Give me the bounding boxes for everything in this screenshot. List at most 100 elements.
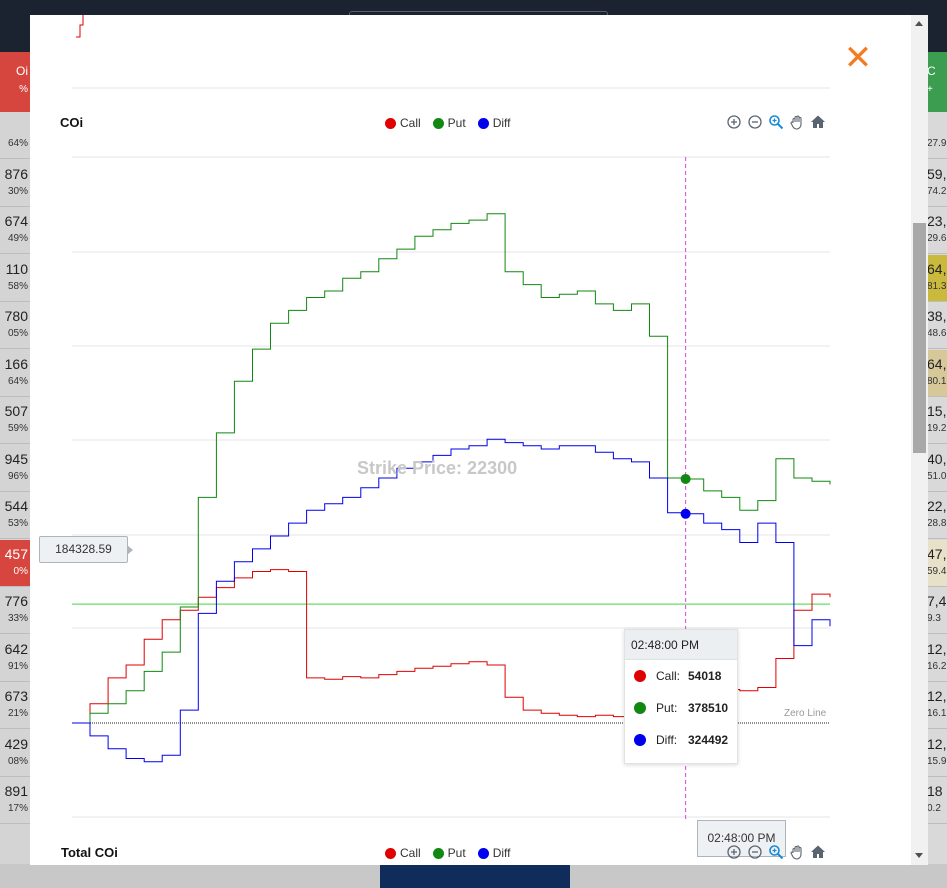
bg-table-cell: 544 53% <box>0 492 30 539</box>
bg-cell-value: 22, <box>927 498 947 514</box>
bg-cell-percent: 05% <box>7 328 28 339</box>
tooltip-label: Diff: <box>656 733 678 747</box>
legend-item-call[interactable]: Call <box>385 116 421 130</box>
chart-toolbar-coi <box>726 114 826 130</box>
bg-cell-value: 544 <box>4 498 28 514</box>
bg-header-sub: % <box>19 84 28 95</box>
scroll-thumb[interactable] <box>913 223 926 453</box>
bg-cell-value: 18 <box>927 783 943 799</box>
bg-table-cell: 780 05% <box>0 302 30 349</box>
bg-cell-value: 642 <box>4 640 28 657</box>
legend-label: Call <box>400 116 421 130</box>
bg-cell-percent: 64% <box>7 138 28 149</box>
legend-label: Put <box>447 116 466 130</box>
bg-cell-value: 110 <box>5 260 28 277</box>
legend-label: Call <box>400 846 421 860</box>
tooltip-value: 378510 <box>688 701 729 715</box>
legend-item-diff[interactable]: Diff <box>477 846 511 860</box>
bg-cell-percent: 64% <box>7 375 28 387</box>
bg-cell-value: 166 <box>4 355 28 372</box>
chart-title-coi: COi <box>60 115 84 130</box>
bg-cell-percent: 19.2 <box>927 423 947 434</box>
legend-item-put[interactable]: Put <box>432 846 466 860</box>
home-icon[interactable] <box>810 844 826 860</box>
bg-cell-percent: 30% <box>7 185 28 197</box>
pan-hand-icon[interactable] <box>789 844 805 860</box>
magnifier-icon[interactable] <box>768 844 784 860</box>
bg-cell-value: 15, <box>927 403 947 419</box>
bg-table-cell: 642 91% <box>0 635 30 682</box>
bg-table-cell: 166 64% <box>0 350 30 397</box>
legend-dot-icon <box>477 847 489 859</box>
legend-dot-icon <box>432 847 444 859</box>
bg-cell-value: 507 <box>4 403 28 419</box>
bg-cell-percent: 28.8 <box>927 518 947 529</box>
bg-cell-percent: 74.2 <box>927 185 947 197</box>
bg-cell-value: 776 <box>4 593 28 609</box>
bg-cell-value: 891 <box>4 783 28 799</box>
legend-label: Diff <box>492 846 511 860</box>
bg-cell-value: 12, <box>927 640 947 657</box>
bg-cell-value: 945 <box>4 450 28 467</box>
bg-cell-percent: 17% <box>7 803 28 814</box>
bg-cell-value: 59, <box>927 165 947 182</box>
bg-column-header-left: Oi % <box>0 52 30 112</box>
coi-chart-canvas[interactable] <box>30 15 911 865</box>
bg-table-cell: 891 17% <box>0 777 30 824</box>
zoom-out-icon[interactable] <box>747 114 763 130</box>
chart-toolbar-total-coi <box>726 844 826 860</box>
strike-price-watermark: Strike Price: 22300 <box>357 458 518 478</box>
modal-scrollbar[interactable] <box>911 15 928 865</box>
chart-legend-coi: Call Put Diff <box>385 116 510 130</box>
scroll-up-arrow-icon[interactable] <box>915 21 923 26</box>
bg-cell-percent: 27.9 <box>927 138 947 149</box>
bg-cell-value: 7,4 <box>927 593 947 609</box>
bg-cell-percent: 33% <box>7 613 28 624</box>
bg-cell-value: 40, <box>927 450 947 467</box>
pan-hand-icon[interactable] <box>789 114 805 130</box>
legend-label: Put <box>447 846 466 860</box>
zoom-in-icon[interactable] <box>726 114 742 130</box>
bg-table-cell: 673 21% <box>0 682 30 729</box>
legend-dot-icon <box>432 117 444 129</box>
bg-cell-percent: 91% <box>7 660 28 672</box>
bg-footer-accent <box>380 864 570 888</box>
bg-cell-percent: 21% <box>7 708 28 719</box>
bg-cell-percent: 15.9 <box>927 755 947 767</box>
bg-cell-percent: 53% <box>7 518 28 529</box>
tooltip-dot-icon <box>634 670 646 682</box>
tooltip-row: Call: 54018 <box>625 660 737 692</box>
tooltip-value: 54018 <box>688 669 722 683</box>
legend-dot-icon <box>385 847 396 859</box>
legend-dot-icon <box>477 117 489 129</box>
bg-cell-value: 64, <box>927 355 947 372</box>
bg-cell-percent: 81.3 <box>927 280 947 292</box>
legend-item-put[interactable]: Put <box>432 116 466 130</box>
tooltip-dot-icon <box>634 702 646 714</box>
bg-header-label: Oi <box>16 64 28 78</box>
scroll-down-arrow-icon[interactable] <box>915 853 923 858</box>
legend-item-call[interactable]: Call <box>385 846 421 860</box>
bg-cell-value: 674 <box>4 213 28 229</box>
legend-item-diff[interactable]: Diff <box>477 116 511 130</box>
zoom-in-icon[interactable] <box>726 844 742 860</box>
zoom-out-icon[interactable] <box>747 844 763 860</box>
tooltip-time: 02:48:00 PM <box>625 630 737 660</box>
bg-cell-value: 780 <box>4 308 28 324</box>
tooltip-dot-icon <box>634 734 646 746</box>
bg-table-cell: 457 0% <box>0 539 30 587</box>
bg-cell-value: 429 <box>4 735 28 752</box>
bg-table-cell: 945 96% <box>0 445 30 492</box>
tooltip-row: Diff: 324492 <box>625 724 737 756</box>
home-icon[interactable] <box>810 114 826 130</box>
bg-table-cell: 64% <box>0 112 30 159</box>
chart-title-total-coi: Total COi <box>61 845 118 860</box>
bg-cell-value: 457 <box>4 545 28 562</box>
bg-cell-percent: 48.6 <box>927 328 947 339</box>
bg-cell-percent: 16.1 <box>927 708 947 719</box>
legend-label: Diff <box>492 116 511 130</box>
magnifier-icon[interactable] <box>768 114 784 130</box>
previous-chart-fragment <box>76 15 84 38</box>
tooltip-row: Put: 378510 <box>625 692 737 724</box>
bg-cell-value: 12, <box>927 735 947 752</box>
